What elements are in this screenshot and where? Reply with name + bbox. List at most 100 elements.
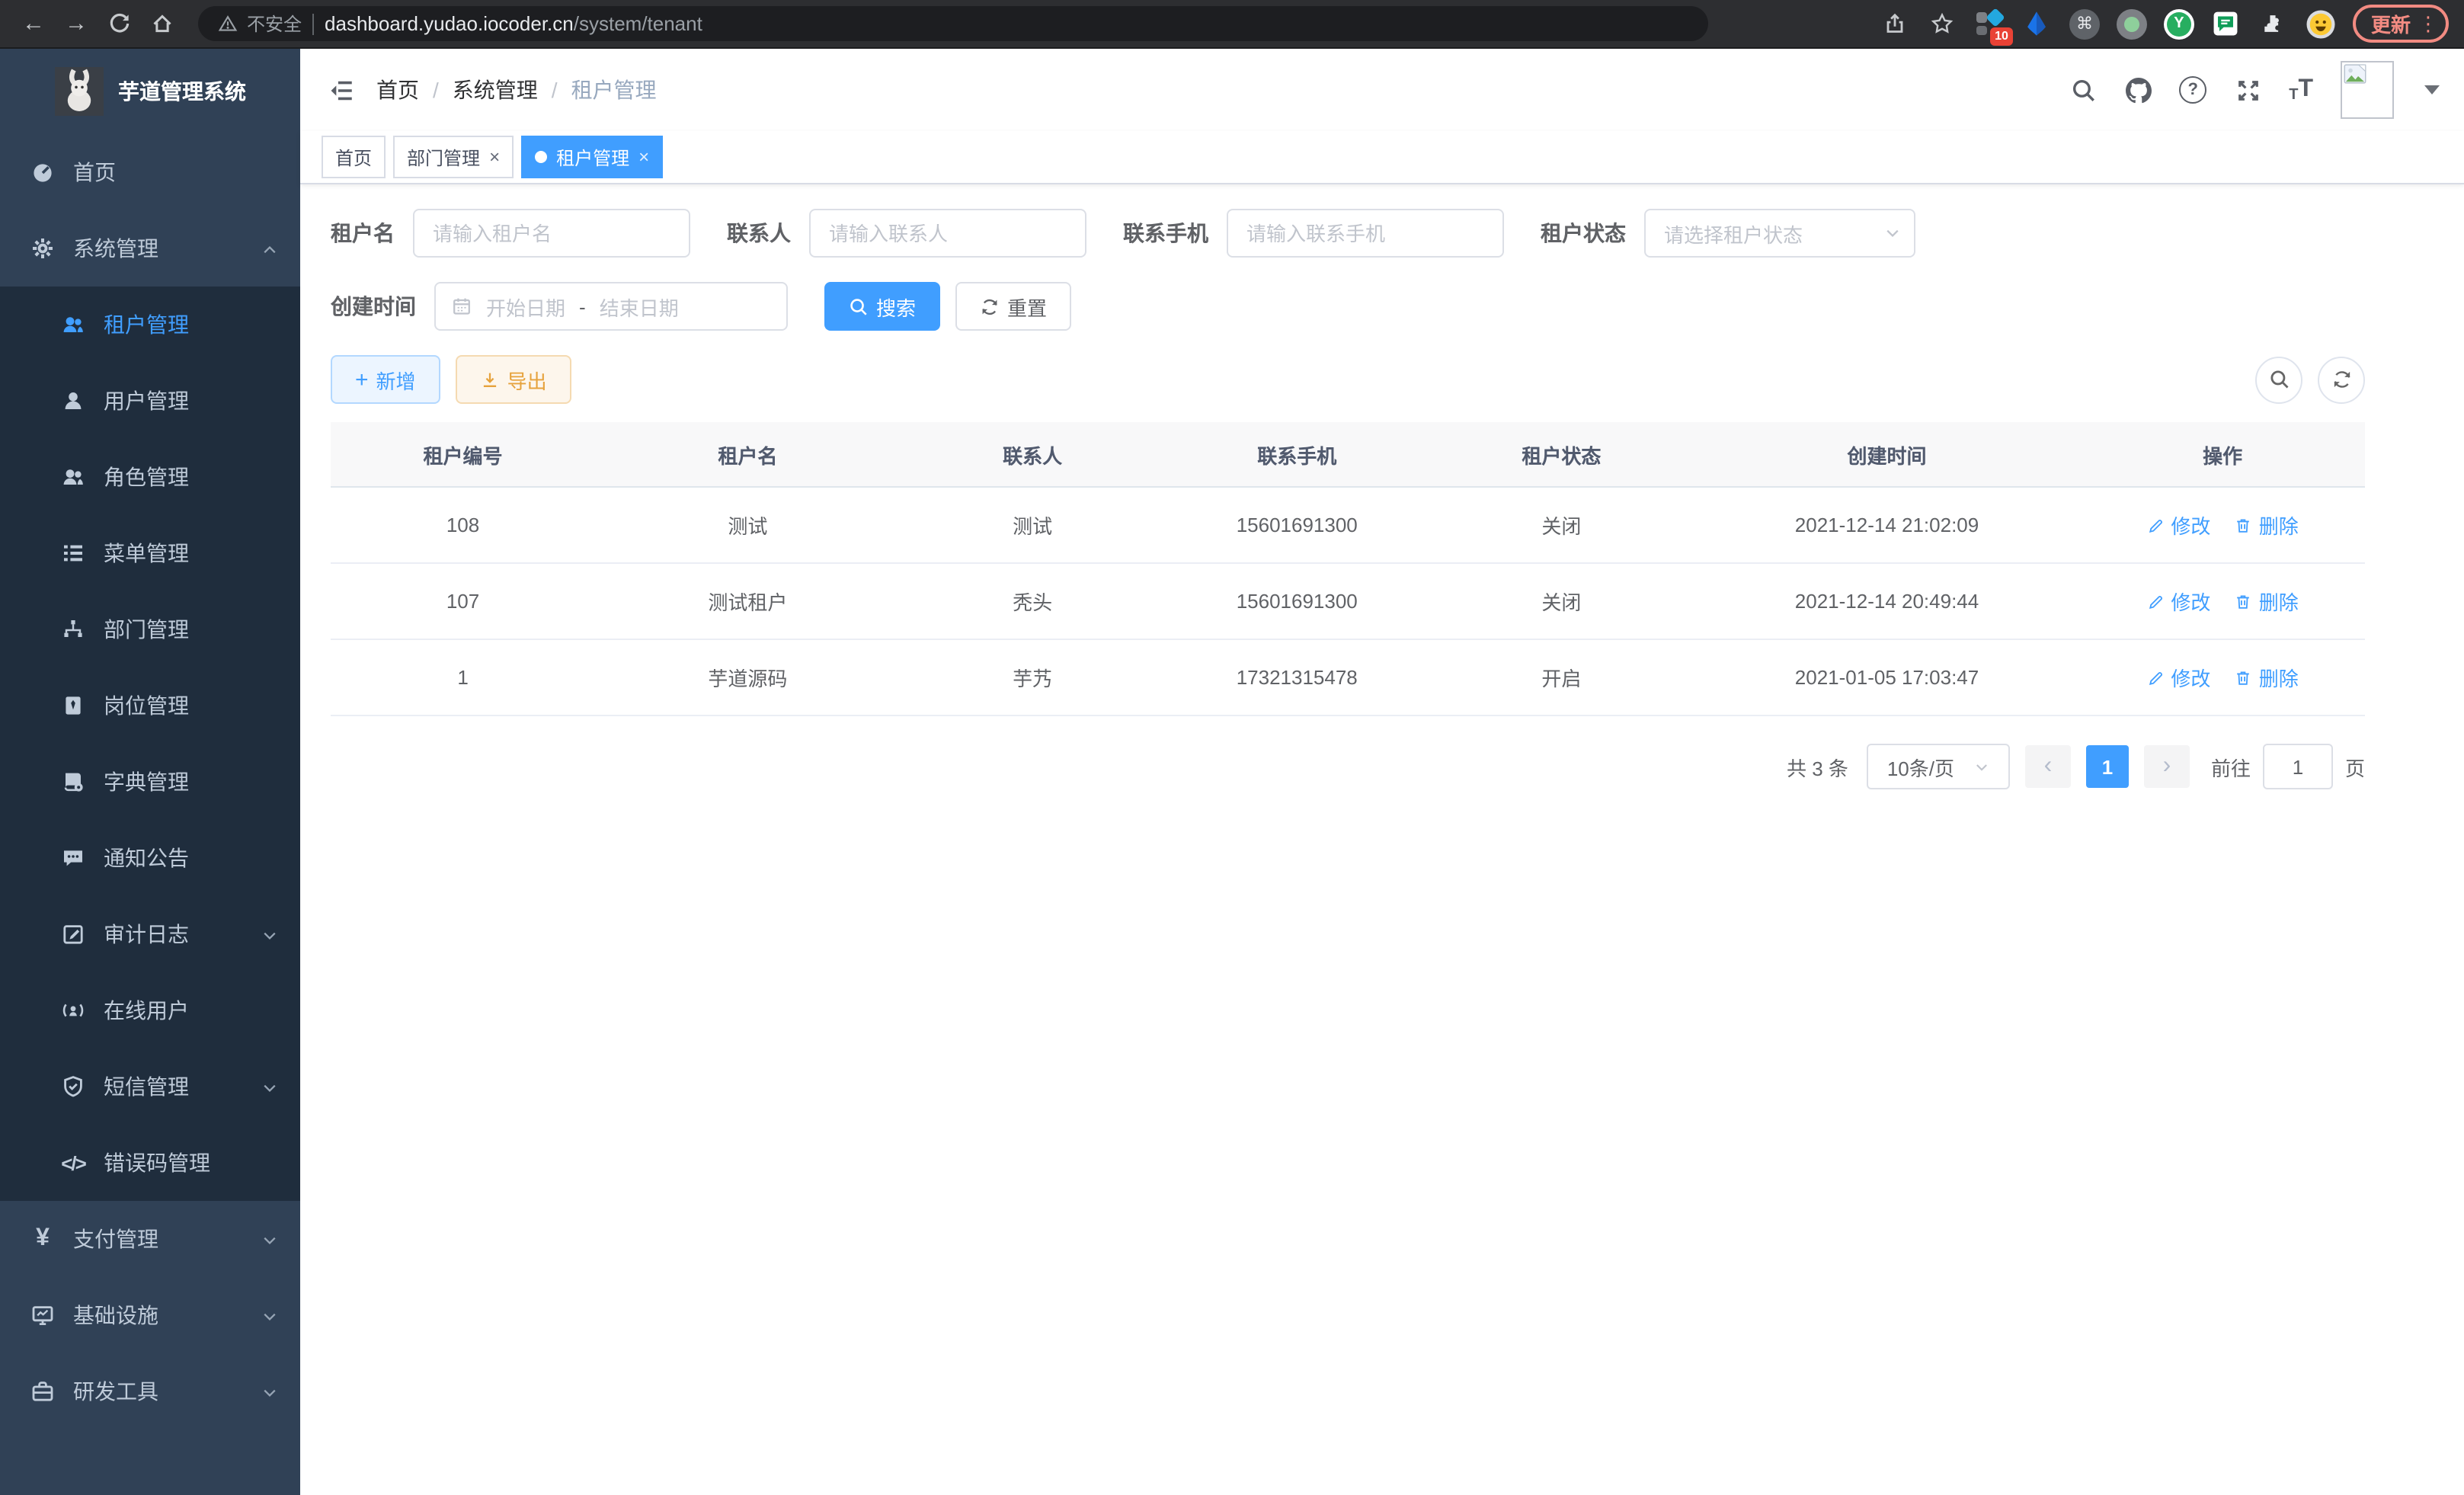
next-page-button[interactable]: › <box>2144 745 2190 788</box>
extensions-menu-button[interactable] <box>2258 8 2289 39</box>
edit-icon <box>2146 668 2165 687</box>
create-time-range-picker[interactable]: 开始日期 - 结束日期 <box>434 282 788 331</box>
shield-check-icon <box>61 1074 85 1099</box>
filter-mobile: 联系手机 <box>1123 209 1504 258</box>
app-shell: 芋道管理系统 首页 系统管理 租户管理 用户管理 <box>0 49 2464 1495</box>
sidebar-toggle-button[interactable] <box>312 61 370 119</box>
tab-tenant[interactable]: 租户管理 × <box>521 136 663 178</box>
prev-page-button[interactable]: ‹ <box>2025 745 2071 788</box>
sidebar-item-sms[interactable]: 短信管理 <box>0 1048 300 1125</box>
reset-button[interactable]: 重置 <box>955 282 1071 331</box>
browser-back-button[interactable]: ← <box>15 5 52 42</box>
extension-recorder[interactable] <box>2117 8 2147 39</box>
table-toolbar: + 新增 导出 <box>331 355 2365 404</box>
delete-button[interactable]: 删除 <box>2235 587 2299 616</box>
sidebar-item-notice[interactable]: 通知公告 <box>0 820 300 896</box>
help-button[interactable]: ? <box>2179 76 2206 104</box>
browser-update-button[interactable]: 更新 ⋮ <box>2353 5 2449 43</box>
home-icon <box>150 12 173 35</box>
cell-actions: 修改 删除 <box>2080 563 2365 639</box>
edit-button[interactable]: 修改 <box>2146 663 2210 692</box>
delete-button[interactable]: 删除 <box>2235 663 2299 692</box>
contact-input[interactable] <box>809 209 1086 258</box>
delete-button[interactable]: 删除 <box>2235 511 2299 539</box>
close-icon[interactable]: × <box>489 148 500 166</box>
breadcrumb-home[interactable]: 首页 <box>376 75 419 105</box>
status-select[interactable]: 请选择租户状态 <box>1644 209 1915 258</box>
github-link[interactable] <box>2124 76 2152 104</box>
main-area: 首页 / 系统管理 / 租户管理 ? TT <box>300 49 2464 1495</box>
sidebar-item-system[interactable]: 系统管理 <box>0 210 300 287</box>
sidebar-item-dev-tools[interactable]: 研发工具 <box>0 1353 300 1429</box>
sidebar-item-dept[interactable]: 部门管理 <box>0 591 300 667</box>
extension-chat[interactable] <box>2211 8 2242 39</box>
sidebar-item-home[interactable]: 首页 <box>0 134 300 210</box>
tab-home[interactable]: 首页 <box>322 136 386 178</box>
share-icon <box>1884 12 1907 35</box>
extension-glyph <box>1976 25 1987 34</box>
page-size-select[interactable]: 10条/页 <box>1867 744 2010 789</box>
page-number-1[interactable]: 1 <box>2086 745 2129 788</box>
export-button[interactable]: 导出 <box>456 355 571 404</box>
header-search-button[interactable] <box>2069 76 2097 104</box>
search-icon <box>849 296 869 316</box>
tab-dept[interactable]: 部门管理 × <box>393 136 514 178</box>
extension-kite[interactable] <box>2022 8 2053 39</box>
add-button[interactable]: + 新增 <box>331 355 440 404</box>
search-button[interactable]: 搜索 <box>824 282 940 331</box>
extension-y[interactable]: Y <box>2164 8 2194 39</box>
bookmark-button[interactable] <box>1928 8 1958 39</box>
profile-avatar[interactable] <box>2306 8 2336 39</box>
url-divider <box>312 13 314 34</box>
search-icon <box>2070 77 2096 103</box>
browser-reload-button[interactable] <box>101 5 137 42</box>
filter-row-2: 创建时间 开始日期 - 结束日期 搜索 重置 <box>331 282 2365 331</box>
smiley-avatar-icon <box>2306 8 2336 39</box>
app-logo[interactable]: 芋道管理系统 <box>0 49 300 134</box>
pagination: 共 3 条 10条/页 ‹ 1 › 前往 页 <box>331 744 2365 789</box>
close-icon[interactable]: × <box>638 148 649 166</box>
extension-tag-assistant[interactable]: 10 <box>1975 8 2005 39</box>
sidebar-item-role[interactable]: 角色管理 <box>0 439 300 515</box>
cell-status: 关闭 <box>1429 487 1694 563</box>
browser-menu-icon[interactable]: ⋮ <box>2418 11 2438 36</box>
total-count: 共 3 条 <box>1787 752 1848 781</box>
online-user-icon <box>61 998 85 1023</box>
chevron-down-icon <box>1973 758 1989 775</box>
sidebar-item-dict[interactable]: 字典管理 <box>0 744 300 820</box>
chevron-down-icon <box>261 1306 279 1324</box>
fullscreen-button[interactable] <box>2234 76 2261 104</box>
edit-button[interactable]: 修改 <box>2146 511 2210 539</box>
filter-contact: 联系人 <box>727 209 1086 258</box>
font-size-button[interactable]: TT <box>2289 76 2313 104</box>
edit-button[interactable]: 修改 <box>2146 587 2210 616</box>
sidebar-item-menu[interactable]: 菜单管理 <box>0 515 300 591</box>
sidebar-item-payment[interactable]: ¥ 支付管理 <box>0 1201 300 1277</box>
browser-forward-button[interactable]: → <box>58 5 94 42</box>
date-separator: - <box>579 295 586 318</box>
goto-page-input[interactable] <box>2263 744 2333 789</box>
breadcrumb-system[interactable]: 系统管理 <box>453 75 538 105</box>
toggle-search-button[interactable] <box>2255 356 2302 403</box>
cell-created: 2021-01-05 17:03:47 <box>1694 639 2080 715</box>
share-button[interactable] <box>1880 8 1911 39</box>
mobile-input[interactable] <box>1227 209 1504 258</box>
org-tree-icon <box>61 617 85 642</box>
sidebar-item-user[interactable]: 用户管理 <box>0 363 300 439</box>
avatar[interactable] <box>2341 61 2394 119</box>
tenant-name-input[interactable] <box>413 209 690 258</box>
user-menu-caret-icon[interactable] <box>2424 85 2440 94</box>
sidebar-item-audit-log[interactable]: 审计日志 <box>0 896 300 972</box>
cell-contact: 芋艿 <box>901 639 1165 715</box>
sidebar-item-error-code[interactable]: </> 错误码管理 <box>0 1125 300 1201</box>
refresh-table-button[interactable] <box>2318 356 2365 403</box>
browser-home-button[interactable] <box>143 5 180 42</box>
security-status[interactable]: 不安全 <box>218 11 302 37</box>
sidebar-item-infra[interactable]: 基础设施 <box>0 1277 300 1353</box>
sidebar-item-post[interactable]: 岗位管理 <box>0 667 300 744</box>
sidebar-item-tenant[interactable]: 租户管理 <box>0 287 300 363</box>
table-row: 107 测试租户 秃头 15601691300 关闭 2021-12-14 20… <box>331 563 2365 639</box>
sidebar-item-online-user[interactable]: 在线用户 <box>0 972 300 1048</box>
address-bar[interactable]: 不安全 dashboard.yudao.iocoder.cn/system/te… <box>198 6 1708 41</box>
extension-command[interactable]: ⌘ <box>2069 8 2100 39</box>
